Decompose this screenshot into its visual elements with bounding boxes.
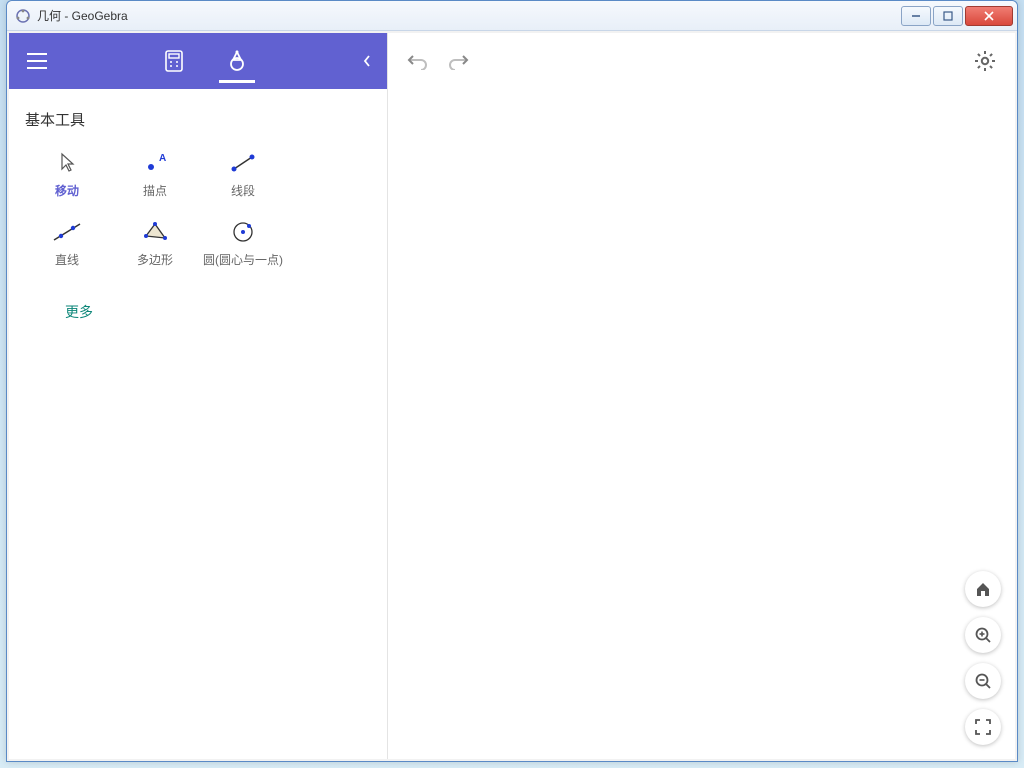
- redo-button[interactable]: [438, 41, 478, 81]
- tools-section-title: 基本工具: [25, 109, 371, 130]
- svg-text:A: A: [159, 153, 166, 164]
- zoom-out-icon: [974, 672, 992, 690]
- client-area: 基本工具 移动 A: [7, 31, 1017, 761]
- redo-icon: [447, 52, 469, 70]
- fullscreen-icon: [975, 719, 991, 735]
- canvas-float-controls: [965, 571, 1001, 745]
- cursor-icon: [50, 150, 84, 176]
- circle-icon: [226, 219, 260, 245]
- collapse-sidebar-button[interactable]: [347, 33, 387, 89]
- view-tabs: [65, 33, 347, 89]
- point-icon: A: [138, 150, 172, 176]
- line-icon: [50, 219, 84, 245]
- window-title: 几何 - GeoGebra: [37, 7, 899, 24]
- hamburger-icon: [26, 52, 48, 70]
- compass-icon: [225, 49, 249, 73]
- tool-label: 直线: [55, 251, 79, 268]
- segment-icon: [226, 150, 260, 176]
- gear-icon: [974, 50, 996, 72]
- tool-circle[interactable]: 圆(圆心与一点): [201, 215, 285, 272]
- titlebar[interactable]: 几何 - GeoGebra: [7, 1, 1017, 31]
- app-window: 几何 - GeoGebra: [6, 0, 1018, 762]
- menu-button[interactable]: [9, 33, 65, 89]
- home-icon: [974, 580, 992, 598]
- sidebar-toolbar: [9, 33, 387, 89]
- tool-move[interactable]: 移动: [25, 146, 109, 203]
- calculator-icon: [163, 49, 185, 73]
- settings-button[interactable]: [965, 41, 1005, 81]
- canvas-area[interactable]: [387, 33, 1015, 759]
- zoom-in-icon: [974, 626, 992, 644]
- undo-button[interactable]: [398, 41, 438, 81]
- tool-segment[interactable]: 线段: [201, 146, 285, 203]
- close-button[interactable]: [965, 6, 1013, 26]
- tab-tools[interactable]: [219, 33, 255, 89]
- tool-label: 圆(圆心与一点): [203, 251, 283, 268]
- fullscreen-button[interactable]: [965, 709, 1001, 745]
- sidebar: 基本工具 移动 A: [9, 33, 387, 759]
- zoom-out-button[interactable]: [965, 663, 1001, 699]
- tool-label: 移动: [55, 182, 79, 199]
- tools-panel: 基本工具 移动 A: [9, 89, 387, 342]
- tool-line[interactable]: 直线: [25, 215, 109, 272]
- minimize-button[interactable]: [901, 6, 931, 26]
- tool-grid: 移动 A 描点: [25, 146, 371, 272]
- zoom-in-button[interactable]: [965, 617, 1001, 653]
- app-icon: [15, 8, 31, 24]
- tool-label: 多边形: [137, 251, 173, 268]
- tab-algebra[interactable]: [157, 33, 191, 89]
- canvas-toolbar: [388, 33, 1015, 89]
- polygon-icon: [138, 219, 172, 245]
- more-tools-link[interactable]: 更多: [65, 302, 93, 322]
- tool-point[interactable]: A 描点: [113, 146, 197, 203]
- chevron-left-icon: [362, 54, 372, 68]
- home-view-button[interactable]: [965, 571, 1001, 607]
- tool-label: 线段: [231, 182, 255, 199]
- app-content: 基本工具 移动 A: [9, 33, 1015, 759]
- tool-label: 描点: [143, 182, 167, 199]
- window-controls: [899, 6, 1013, 26]
- maximize-button[interactable]: [933, 6, 963, 26]
- undo-icon: [407, 52, 429, 70]
- tool-polygon[interactable]: 多边形: [113, 215, 197, 272]
